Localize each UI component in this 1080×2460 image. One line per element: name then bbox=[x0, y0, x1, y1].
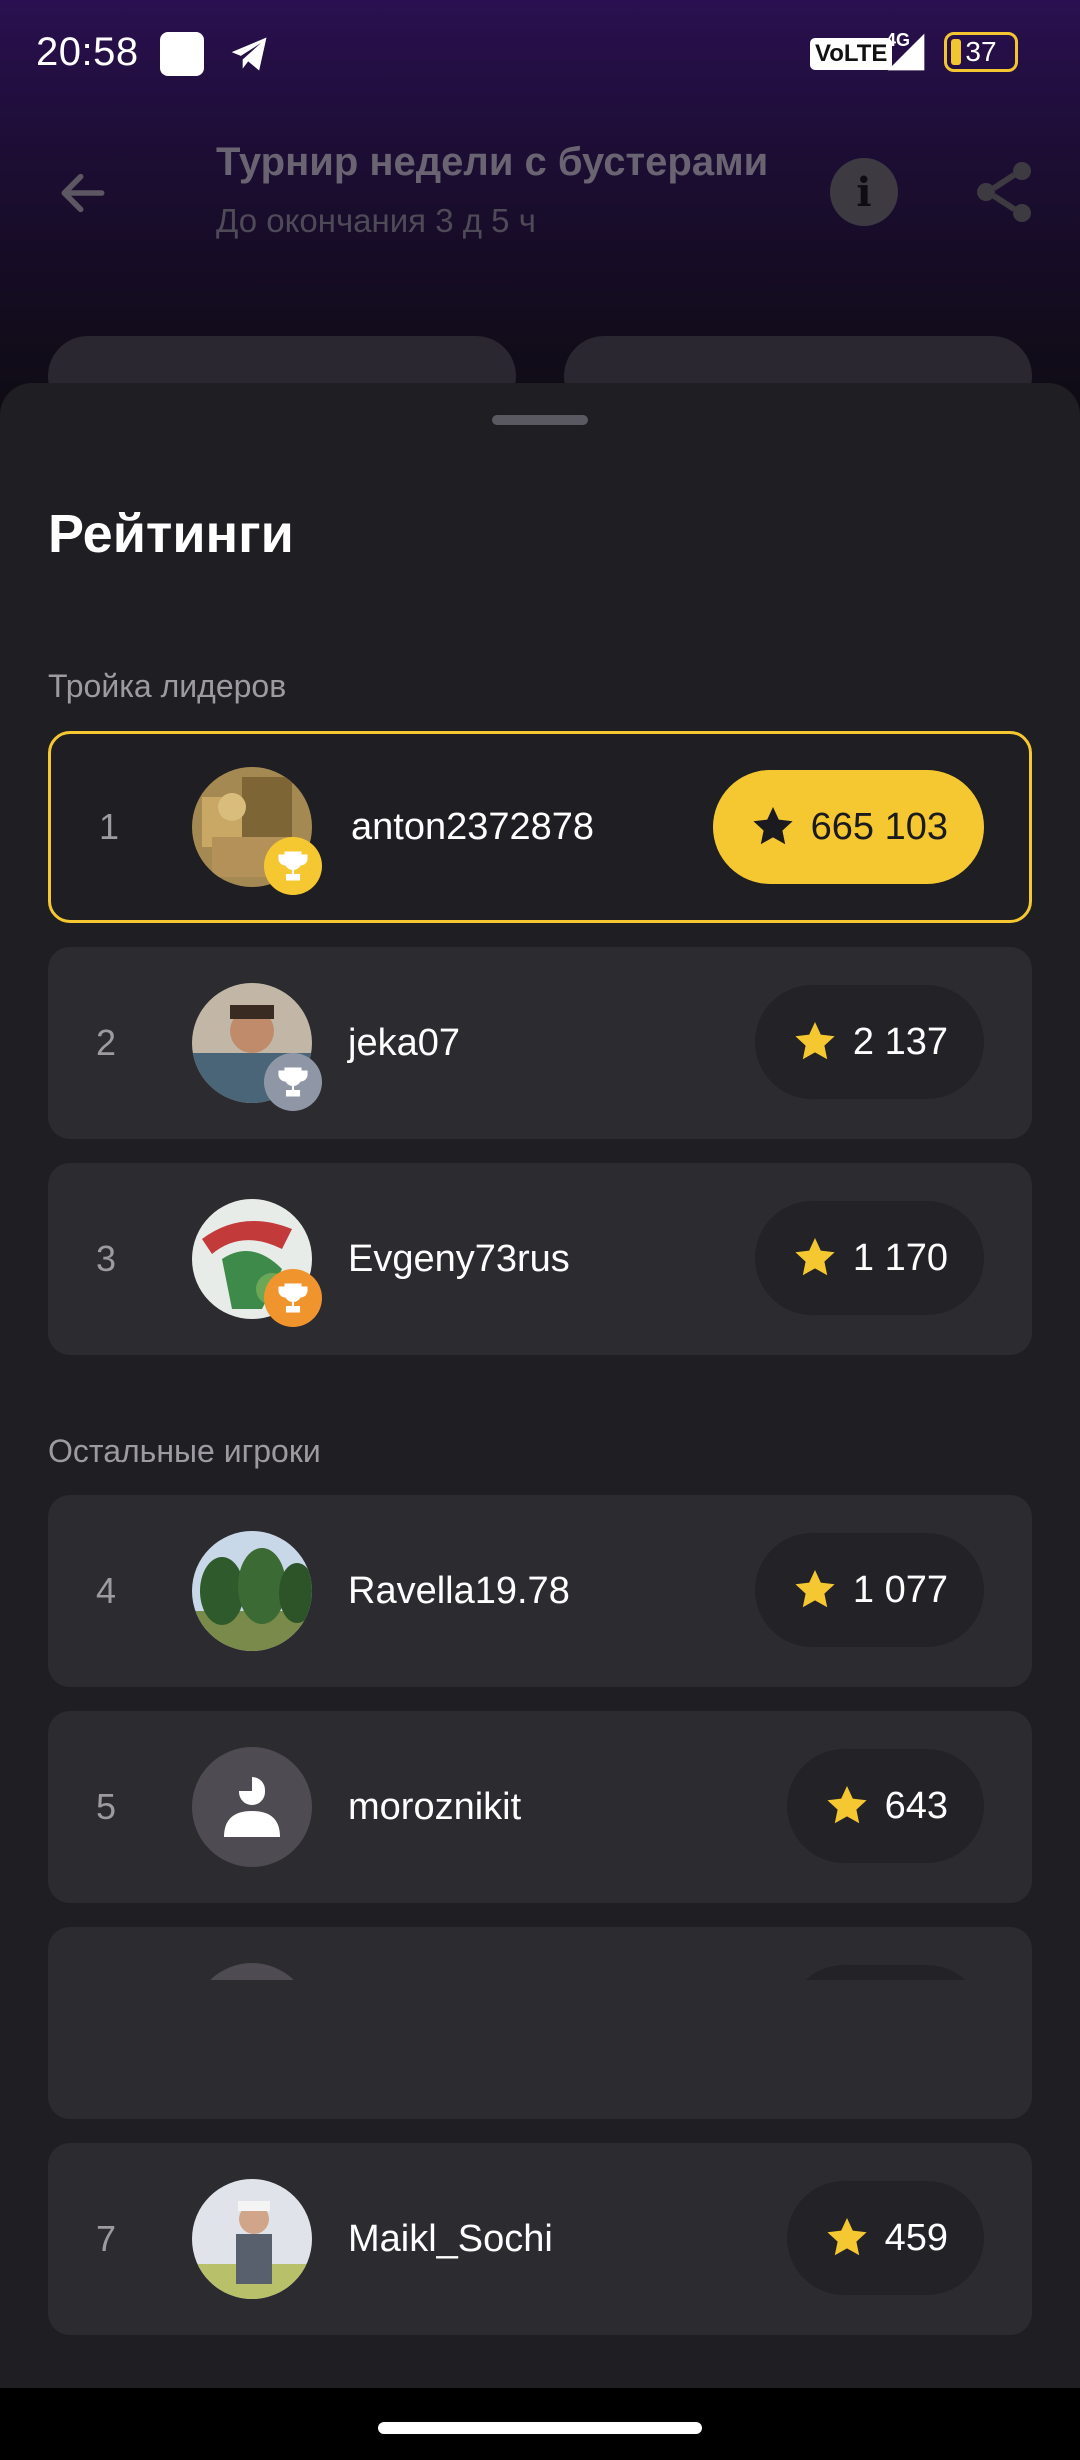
leaderboard-row[interactable]: 1 anton2372878 665 103 bbox=[48, 731, 1032, 923]
score-badge: 1 170 bbox=[754, 1201, 984, 1315]
default-avatar-icon bbox=[192, 1747, 312, 1867]
leaderboard-row[interactable]: 7 Maikl_Sochi 459 bbox=[48, 2143, 1032, 2335]
tournament-title: Турнир недели с бустерами bbox=[216, 140, 769, 184]
star-icon bbox=[826, 2218, 867, 2256]
status-bar: 20:58 VoLTE 4G 37 bbox=[0, 0, 1080, 110]
rank-number: 7 bbox=[96, 2218, 117, 2259]
ratings-sheet: Рейтинги Тройка лидеров 1 anton2372878 6… bbox=[0, 383, 1080, 2460]
leaderboard-row[interactable]: 3 Evgeny73rus 1 170 bbox=[48, 1163, 1032, 1355]
system-navigation-bar bbox=[0, 2388, 1080, 2460]
star-icon bbox=[795, 1238, 835, 1276]
leaderboard-row[interactable]: 5 moroznikit 643 bbox=[48, 1711, 1032, 1903]
score-badge: 643 bbox=[786, 1749, 984, 1863]
notification-app-icon bbox=[160, 32, 204, 76]
score-badge: 665 103 bbox=[712, 770, 984, 884]
rank-number: 4 bbox=[96, 1570, 117, 1611]
battery-icon: 37 bbox=[944, 32, 1018, 72]
username: jeka07 bbox=[348, 1021, 460, 1064]
info-button[interactable]: i bbox=[830, 158, 898, 226]
telegram-icon bbox=[231, 37, 267, 71]
star-icon bbox=[795, 1022, 835, 1060]
leaderboard-row-partial[interactable] bbox=[48, 1980, 1032, 2100]
leaderboard-row[interactable]: 4 Ravella19.78 1 077 bbox=[48, 1495, 1032, 1687]
score-value: 1 170 bbox=[852, 1236, 948, 1279]
username: Evgeny73rus bbox=[348, 1237, 570, 1280]
leaderboard-row[interactable]: 2 jeka07 2 137 bbox=[48, 947, 1032, 1139]
gold-trophy-icon bbox=[264, 837, 322, 895]
network-type: 4G bbox=[886, 30, 911, 50]
username: Maikl_Sochi bbox=[348, 2217, 553, 2260]
sheet-drag-handle[interactable] bbox=[492, 415, 588, 425]
star-icon bbox=[753, 807, 793, 845]
screen: 20:58 VoLTE 4G 37 Турнир недели с бустер… bbox=[0, 0, 1080, 2460]
star-icon bbox=[826, 1786, 867, 1824]
username: anton2372878 bbox=[351, 805, 595, 848]
share-icon[interactable] bbox=[968, 156, 1040, 228]
username: Ravella19.78 bbox=[348, 1569, 570, 1612]
score-value: 665 103 bbox=[810, 805, 948, 848]
score-value: 459 bbox=[884, 2216, 948, 2259]
arrow-left-icon bbox=[61, 173, 105, 213]
score-value: 1 077 bbox=[852, 1568, 948, 1611]
score-value: 643 bbox=[884, 1784, 948, 1827]
score-value: 2 137 bbox=[852, 1020, 948, 1063]
tournament-countdown: До окончания 3 д 5 ч bbox=[216, 202, 536, 239]
avatar bbox=[192, 2179, 312, 2299]
score-badge: 2 137 bbox=[754, 985, 984, 1099]
score-badge: 459 bbox=[786, 2181, 984, 2295]
silver-trophy-icon bbox=[264, 1053, 322, 1111]
rank-number: 1 bbox=[99, 806, 120, 847]
rank-number: 2 bbox=[96, 1022, 117, 1063]
rank-number: 5 bbox=[96, 1786, 117, 1827]
username: moroznikit bbox=[348, 1785, 522, 1828]
score-badge: 1 077 bbox=[754, 1533, 984, 1647]
volte-indicator: VoLTE bbox=[810, 38, 893, 70]
leaders-section-title: Тройка лидеров bbox=[48, 668, 287, 704]
rank-number: 3 bbox=[96, 1238, 117, 1279]
bronze-trophy-icon bbox=[264, 1269, 322, 1327]
star-icon bbox=[795, 1570, 835, 1608]
battery-level: 37 bbox=[965, 36, 997, 67]
back-button[interactable] bbox=[40, 150, 126, 236]
sheet-title: Рейтинги bbox=[48, 504, 294, 564]
info-icon: i bbox=[856, 168, 872, 216]
avatar bbox=[192, 1531, 312, 1651]
home-gesture-handle[interactable] bbox=[378, 2422, 702, 2434]
others-section-title: Остальные игроки bbox=[48, 1433, 321, 1469]
status-time: 20:58 bbox=[36, 30, 139, 74]
